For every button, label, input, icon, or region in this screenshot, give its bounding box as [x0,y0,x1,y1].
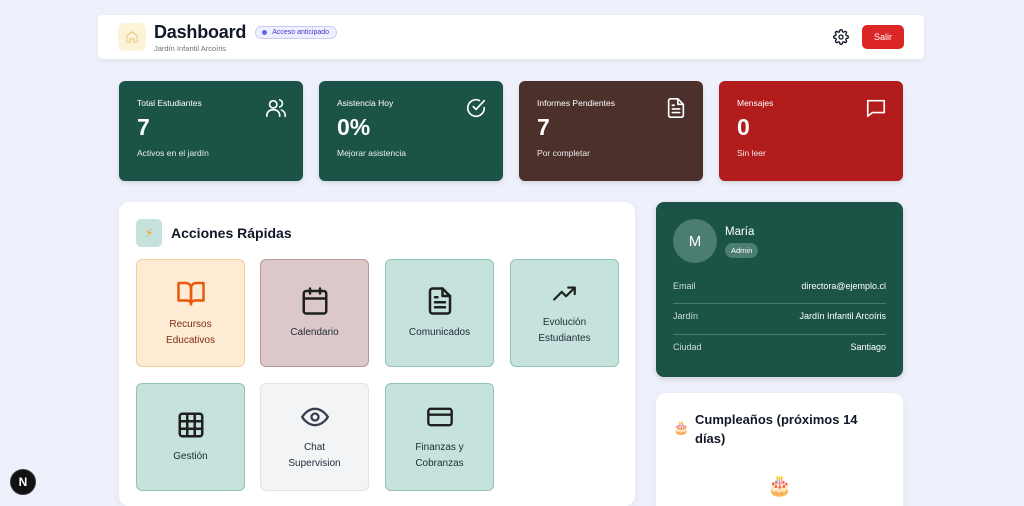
tile-management[interactable]: Gestión [136,383,245,491]
tile-label: Finanzas y Cobranzas [415,441,464,469]
info-value: directora@ejemplo.cl [801,281,886,291]
profile-row-email: Email directora@ejemplo.cl [673,271,886,301]
stat-sub: Sin leer [737,148,766,158]
lightning-icon: ⚡ [136,219,162,247]
badge-label: Acceso anticipado [272,28,330,36]
home-icon [118,23,146,51]
stat-card-attendance[interactable]: Asistencia Hoy 0% Mejorar asistencia [319,81,503,181]
stat-card-students[interactable]: Total Estudiantes 7 Activos en el jardín [119,81,303,181]
profile-name: María [725,226,755,238]
info-key: Ciudad [673,342,702,352]
school-name: Jardín Infantil Arcoíris [154,43,227,53]
profile-row-school: Jardín Jardín Infantil Arcoíris [673,301,886,331]
tile-label: Comunicados [408,326,471,338]
tile-announcements[interactable]: Comunicados [385,259,494,367]
document-icon [667,98,685,118]
role-badge: Admin [725,243,759,258]
birthdays-title: Cumpleaños (próximos 14 días) [695,412,858,446]
stat-value: 0 [737,114,750,140]
top-header: Dashboard Acceso anticipado Jardín Infan… [98,15,924,59]
tile-label: Calendario [290,326,339,338]
early-access-badge: Acceso anticipado [255,25,338,39]
profile-row-city: Ciudad Santiago [673,332,886,362]
tile-finance[interactable]: Finanzas y Cobranzas [385,383,494,491]
stat-label: Asistencia Hoy [337,98,394,108]
calendar-icon [302,286,327,315]
birthdays-card: 🎂 Cumpleaños (próximos 14 días) 🎂 [656,393,903,506]
cake-icon: 🎂 [673,420,690,435]
gear-icon[interactable] [832,28,850,46]
info-key: Jardín [673,311,699,321]
check-circle-icon [466,99,486,117]
stat-card-reports[interactable]: Informes Pendientes 7 Por completar [519,81,703,181]
stat-value: 7 [137,114,150,140]
quick-actions-title: Acciones Rápidas [171,225,292,241]
info-value: Jardín Infantil Arcoíris [799,311,886,321]
stat-label: Informes Pendientes [537,98,615,108]
avatar: M [673,219,717,263]
eye-icon [300,407,329,426]
tile-label: Chat Supervision [288,441,341,469]
tile-calendar[interactable]: Calendario [260,259,369,367]
badge-dot [262,29,268,35]
stat-sub: Activos en el jardín [137,148,209,158]
stat-value: 0% [337,114,371,140]
tile-chat-supervision[interactable]: Chat Supervision [260,383,369,491]
grid-icon [178,412,203,437]
cake-icon: 🎂 [767,475,792,497]
tile-educational-resources[interactable]: Recursos Educativos [136,259,245,367]
tile-label: Recursos Educativos [166,318,215,346]
stat-card-messages[interactable]: Mensajes 0 Sin leer [719,81,903,181]
stat-value: 7 [537,114,550,140]
quick-actions-panel: ⚡ Acciones Rápidas Recursos Educativos C… [119,202,635,506]
profile-card: M María Admin Email directora@ejemplo.cl… [656,202,903,377]
dev-tools-badge[interactable]: N [10,469,36,495]
credit-card-icon [426,407,453,426]
message-icon [866,99,886,118]
users-icon [266,99,286,118]
page-title: Dashboard [154,21,247,42]
stat-sub: Por completar [537,148,590,158]
stat-label: Total Estudiantes [137,98,202,108]
trending-up-icon [552,286,576,301]
info-value: Santiago [850,342,886,352]
document-icon [428,286,451,315]
stat-sub: Mejorar asistencia [337,148,406,158]
book-icon [176,281,205,305]
info-key: Email [673,281,696,291]
tile-label: Evolución Estudiantes [538,316,591,344]
tile-student-progress[interactable]: Evolución Estudiantes [510,259,619,367]
logout-button[interactable]: Salir [862,25,904,49]
tile-label: Gestión [173,450,208,462]
stat-label: Mensajes [737,98,774,108]
